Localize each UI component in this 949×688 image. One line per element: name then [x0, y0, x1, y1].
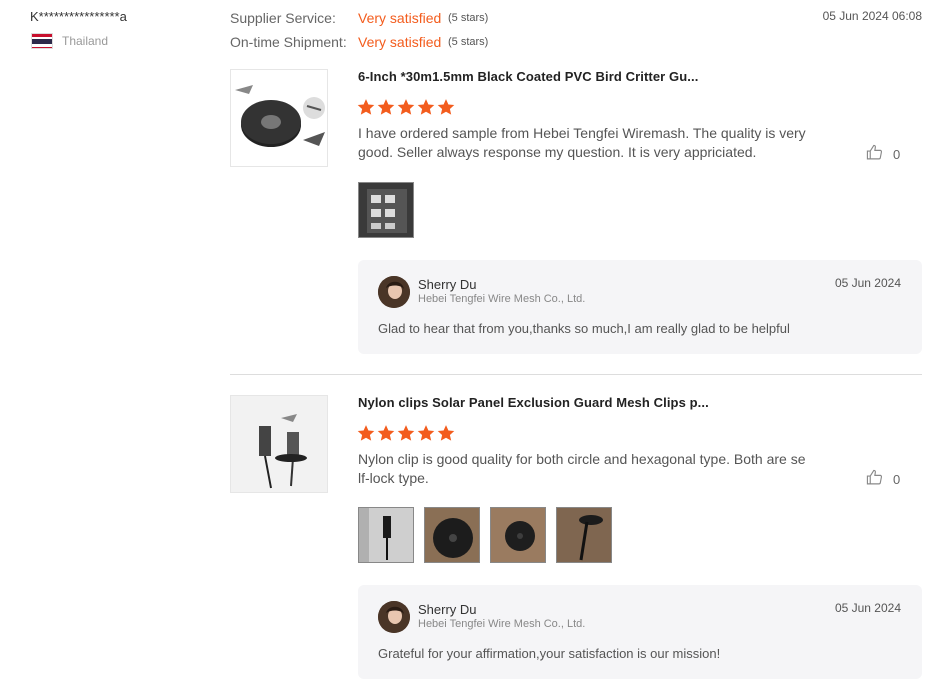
- thumbs-up-icon: [866, 144, 883, 164]
- star-icon: [437, 424, 455, 442]
- reply-company: Hebei Tengfei Wire Mesh Co., Ltd.: [418, 293, 586, 305]
- reply-company: Hebei Tengfei Wire Mesh Co., Ltd.: [418, 618, 586, 630]
- like-count: 0: [893, 471, 901, 487]
- supplier-service-value: Very satisfied: [358, 10, 442, 26]
- reply-date: 05 Jun 2024: [834, 601, 901, 615]
- review-text: I have ordered sample from Hebei Tengfei…: [358, 125, 806, 160]
- thailand-flag-icon: [31, 33, 53, 49]
- thumbs-up-icon: [866, 469, 883, 489]
- review-photo[interactable]: [556, 507, 612, 563]
- review-date: 05 Jun 2024 06:08: [822, 9, 922, 23]
- review-photo[interactable]: [358, 182, 414, 238]
- star-icon: [397, 98, 415, 116]
- star-icon: [397, 424, 415, 442]
- review-photo[interactable]: [424, 507, 480, 563]
- star-icon: [437, 98, 455, 116]
- shipment-label: On-time Shipment:: [230, 34, 347, 50]
- rating-stars: [357, 98, 455, 116]
- reviewer-country: Thailand: [62, 34, 109, 48]
- reply-text: Grateful for your affirmation,your satis…: [378, 646, 721, 661]
- product-title[interactable]: 6-Inch *30m1.5mm Black Coated PVC Bird C…: [358, 69, 698, 84]
- star-icon: [417, 424, 435, 442]
- star-icon: [377, 98, 395, 116]
- seller-reply: Sherry Du Hebei Tengfei Wire Mesh Co., L…: [358, 260, 922, 354]
- like-count: 0: [893, 146, 901, 162]
- like-button[interactable]: 0: [866, 469, 900, 489]
- supplier-service-label: Supplier Service:: [230, 10, 336, 26]
- reply-text: Glad to hear that from you,thanks so muc…: [378, 321, 790, 336]
- divider: [230, 374, 922, 375]
- supplier-service-stars: (5 stars): [448, 12, 489, 24]
- star-icon: [357, 98, 375, 116]
- like-button[interactable]: 0: [866, 144, 900, 164]
- product-thumbnail[interactable]: [230, 395, 328, 493]
- rating-stars: [357, 424, 455, 442]
- star-icon: [417, 98, 435, 116]
- seller-reply: Sherry Du Hebei Tengfei Wire Mesh Co., L…: [358, 585, 922, 679]
- review-text: Nylon clip is good quality for both circ…: [358, 451, 806, 486]
- star-icon: [357, 424, 375, 442]
- avatar: [378, 601, 410, 633]
- reviewer-name: K****************a: [30, 9, 127, 24]
- product-title[interactable]: Nylon clips Solar Panel Exclusion Guard …: [358, 395, 709, 410]
- avatar: [378, 276, 410, 308]
- product-thumbnail[interactable]: [230, 69, 328, 167]
- review-photo[interactable]: [490, 507, 546, 563]
- reply-date: 05 Jun 2024: [834, 276, 901, 290]
- reply-author: Sherry Du: [418, 277, 477, 292]
- shipment-stars: (5 stars): [448, 36, 489, 48]
- reply-author: Sherry Du: [418, 602, 477, 617]
- review-photo[interactable]: [358, 507, 414, 563]
- shipment-value: Very satisfied: [358, 34, 442, 50]
- star-icon: [377, 424, 395, 442]
